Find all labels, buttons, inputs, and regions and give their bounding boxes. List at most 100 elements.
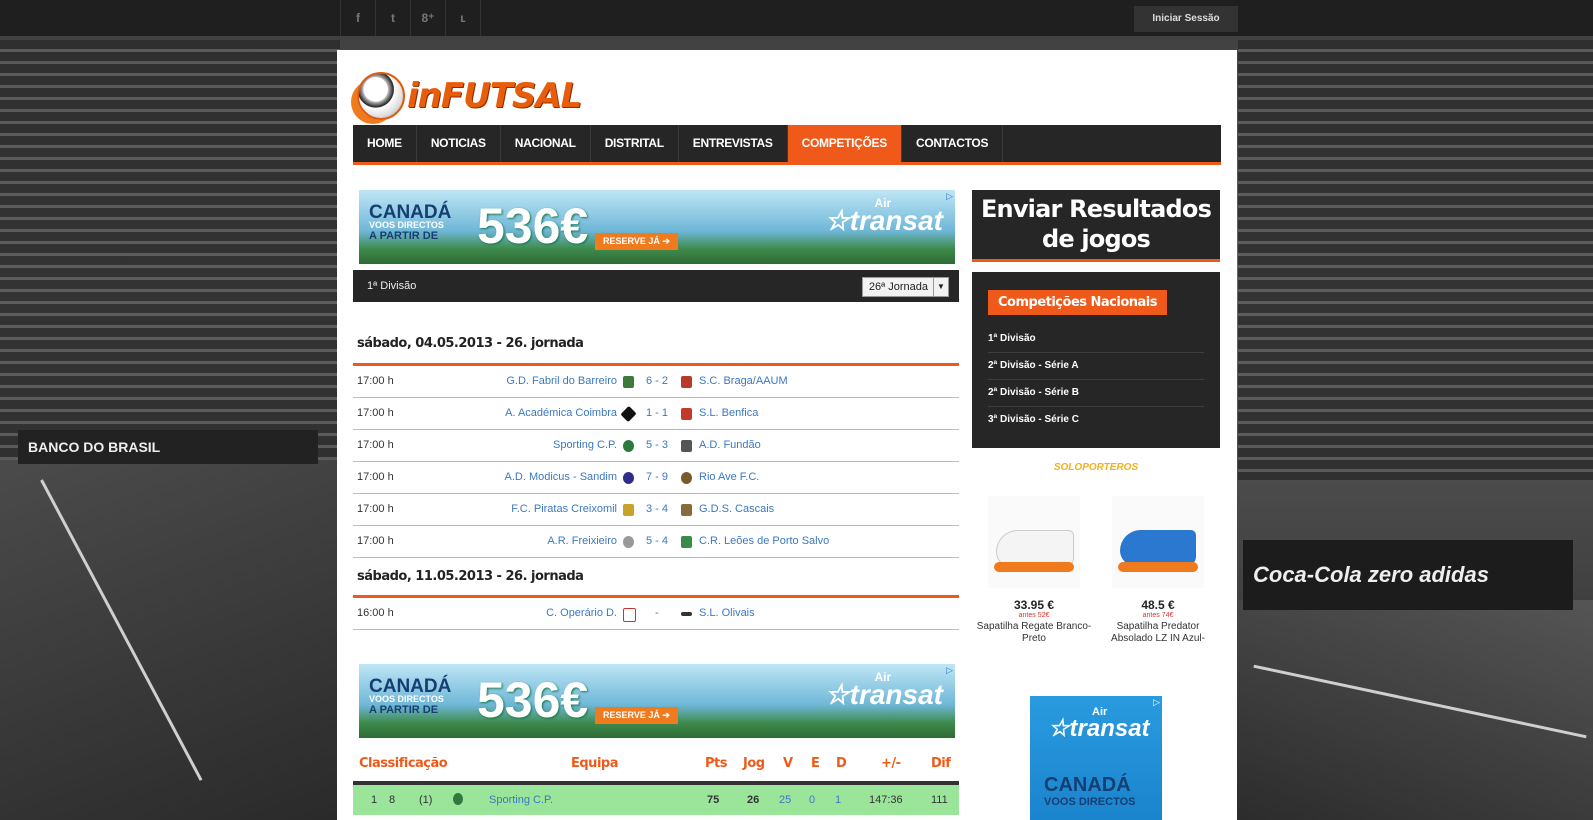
star-icon: ☆ <box>824 679 850 710</box>
rss-icon[interactable]: ʟ <box>445 0 481 36</box>
side-ad-banner[interactable]: Air ☆transat CANADÁ VOOS DIRECTOS ▷ <box>1030 696 1162 820</box>
home-team-link[interactable]: C. Operário D. <box>546 598 617 629</box>
nav-noticias[interactable]: NOTICIAS <box>417 125 501 162</box>
competitions-title: Competições Nacionais <box>988 290 1167 315</box>
twitter-icon[interactable]: t <box>375 0 410 36</box>
competition-link[interactable]: 2ª Divisão - Série A <box>988 353 1204 380</box>
logo-text: inFUTSAL <box>407 75 582 116</box>
away-crest-icon <box>681 376 692 388</box>
away-team-link[interactable]: S.L. Olivais <box>699 598 755 629</box>
division-bar: 1ª Divisão 26ª Jornada ▼ <box>353 270 959 302</box>
product-card[interactable]: 48.5 € antes 74€ Sapatilha Predator Abso… <box>1099 496 1217 645</box>
adchoices-icon[interactable]: ▷ <box>946 665 953 676</box>
star-icon: ☆ <box>824 205 850 236</box>
away-crest-icon <box>681 536 692 548</box>
product-name[interactable]: Sapatilha Predator Absolado LZ IN Azul- <box>1099 621 1217 645</box>
away-crest-icon <box>681 440 692 452</box>
send-results-button[interactable]: Enviar Resultados de jogos <box>972 190 1220 262</box>
score-link[interactable]: 3 - 4 <box>637 494 677 525</box>
home-crest-icon <box>623 440 634 452</box>
col-classificacao[interactable]: Classificação <box>359 756 448 771</box>
nav-competicoes[interactable]: COMPETIÇÕES <box>787 125 902 162</box>
nav-home[interactable]: HOME <box>353 125 417 162</box>
product-name[interactable]: Sapatilha Regate Branco-Preto <box>975 621 1093 645</box>
col-v[interactable]: V <box>783 756 793 771</box>
home-team-link[interactable]: A. Académica Coimbra <box>505 398 617 429</box>
arena-banner-right: Coca-Cola zero adidas <box>1243 540 1573 610</box>
score-link[interactable]: 5 - 4 <box>637 526 677 557</box>
google-plus-icon[interactable]: 8⁺ <box>410 0 445 36</box>
away-team-link[interactable]: S.L. Benfica <box>699 398 758 429</box>
home-team-link[interactable]: Sporting C.P. <box>553 430 617 461</box>
home-crest-icon <box>623 536 634 548</box>
adchoices-icon[interactable]: ▷ <box>1153 697 1160 708</box>
login-button[interactable]: Iniciar Sessão <box>1134 6 1238 32</box>
away-team-link[interactable]: S.C. Braga/AAUM <box>699 366 788 397</box>
adchoices-icon[interactable]: ▷ <box>946 191 953 202</box>
stands-left <box>0 40 340 460</box>
col-dif[interactable]: Dif <box>931 756 951 771</box>
away-team-link[interactable]: C.R. Leões de Porto Salvo <box>699 526 829 557</box>
score-link[interactable]: 7 - 9 <box>637 462 677 493</box>
nav-distrital[interactable]: DISTRITAL <box>591 125 679 162</box>
football-icon <box>357 71 405 120</box>
team-link[interactable]: Sporting C.P. <box>489 785 553 815</box>
division-label: 1ª Divisão <box>367 280 417 292</box>
score-link[interactable]: 6 - 2 <box>637 366 677 397</box>
jornada-select[interactable]: 26ª Jornada ▼ <box>861 277 949 297</box>
match-row: 17:00 h Sporting C.P. 5 - 3 A.D. Fundão <box>353 430 959 462</box>
product-image[interactable] <box>1112 496 1204 588</box>
match-row: 17:00 h F.C. Piratas Creixomil 3 - 4 G.D… <box>353 494 959 526</box>
court-floor-right <box>1238 600 1593 820</box>
top-bar: f t 8⁺ ʟ Iniciar Sessão <box>0 0 1593 36</box>
score-link[interactable]: - <box>637 598 677 629</box>
store-title[interactable]: SOLOPORTEROS <box>972 462 1220 473</box>
competition-link[interactable]: 2ª Divisão - Série B <box>988 380 1204 407</box>
col-jog[interactable]: Jog <box>743 756 765 771</box>
col-e[interactable]: E <box>811 756 820 771</box>
match-row: 16:00 h C. Operário D. - S.L. Olivais <box>353 598 959 630</box>
site-logo[interactable]: inFUTSAL <box>357 68 582 123</box>
day-title: sábado, 11.05.2013 - 26. jornada <box>357 569 584 584</box>
away-team-link[interactable]: G.D.S. Cascais <box>699 494 774 525</box>
score-link[interactable]: 1 - 1 <box>637 398 677 429</box>
nav-contactos[interactable]: CONTACTOS <box>902 125 1004 162</box>
home-team-link[interactable]: A.R. Freixieiro <box>547 526 617 557</box>
col-pts[interactable]: Pts <box>705 756 727 771</box>
away-team-link[interactable]: A.D. Fundão <box>699 430 761 461</box>
ad-airline: Air ☆transat <box>824 196 943 236</box>
competition-link[interactable]: 3ª Divisão - Série C <box>988 407 1204 433</box>
ad-price: 536€ <box>477 672 589 728</box>
col-d[interactable]: D <box>836 756 847 771</box>
home-crest-icon <box>623 504 634 516</box>
chevron-down-icon: ▼ <box>933 278 948 296</box>
home-team-link[interactable]: F.C. Piratas Creixomil <box>511 494 617 525</box>
home-crest-icon <box>623 376 634 388</box>
home-crest-icon <box>620 405 637 423</box>
shoe-sole <box>1118 562 1198 572</box>
product-card[interactable]: 33.95 € antes 52€ Sapatilha Regate Branc… <box>975 496 1093 645</box>
col-equipa[interactable]: Equipa <box>571 756 618 771</box>
day-title: sábado, 04.05.2013 - 26. jornada <box>357 336 584 351</box>
ad-apartir: A PARTIR DE <box>369 704 439 716</box>
ad-reserve-button[interactable]: RESERVE JÁ ➔ <box>595 233 678 250</box>
ad-banner-top[interactable]: CANADÁ VOOS DIRECTOS A PARTIR DE 536€ RE… <box>359 190 955 264</box>
away-team-link[interactable]: Rio Ave F.C. <box>699 462 759 493</box>
competition-link[interactable]: 1ª Divisão <box>988 326 1204 353</box>
score-link[interactable]: 5 - 3 <box>637 430 677 461</box>
nav-nacional[interactable]: NACIONAL <box>501 125 591 162</box>
shoe-sole <box>994 562 1074 572</box>
ad-reserve-button[interactable]: RESERVE JÁ ➔ <box>595 707 678 724</box>
home-team-link[interactable]: G.D. Fabril do Barreiro <box>506 366 617 397</box>
court-floor-left <box>0 460 340 820</box>
product-image[interactable] <box>988 496 1080 588</box>
nav-entrevistas[interactable]: ENTREVISTAS <box>679 125 788 162</box>
away-crest-icon <box>681 472 692 484</box>
facebook-icon[interactable]: f <box>340 0 375 36</box>
classification-header: Classificação Equipa Pts Jog V E D +/- D… <box>353 752 959 780</box>
col-goals[interactable]: +/- <box>881 756 901 771</box>
social-links: f t 8⁺ ʟ <box>340 0 481 36</box>
ad-banner-bottom[interactable]: CANADÁ VOOS DIRECTOS A PARTIR DE 536€ RE… <box>359 664 955 738</box>
home-team-link[interactable]: A.D. Modicus - Sandim <box>505 462 617 493</box>
ad-airline: Air ☆transat <box>824 670 943 710</box>
